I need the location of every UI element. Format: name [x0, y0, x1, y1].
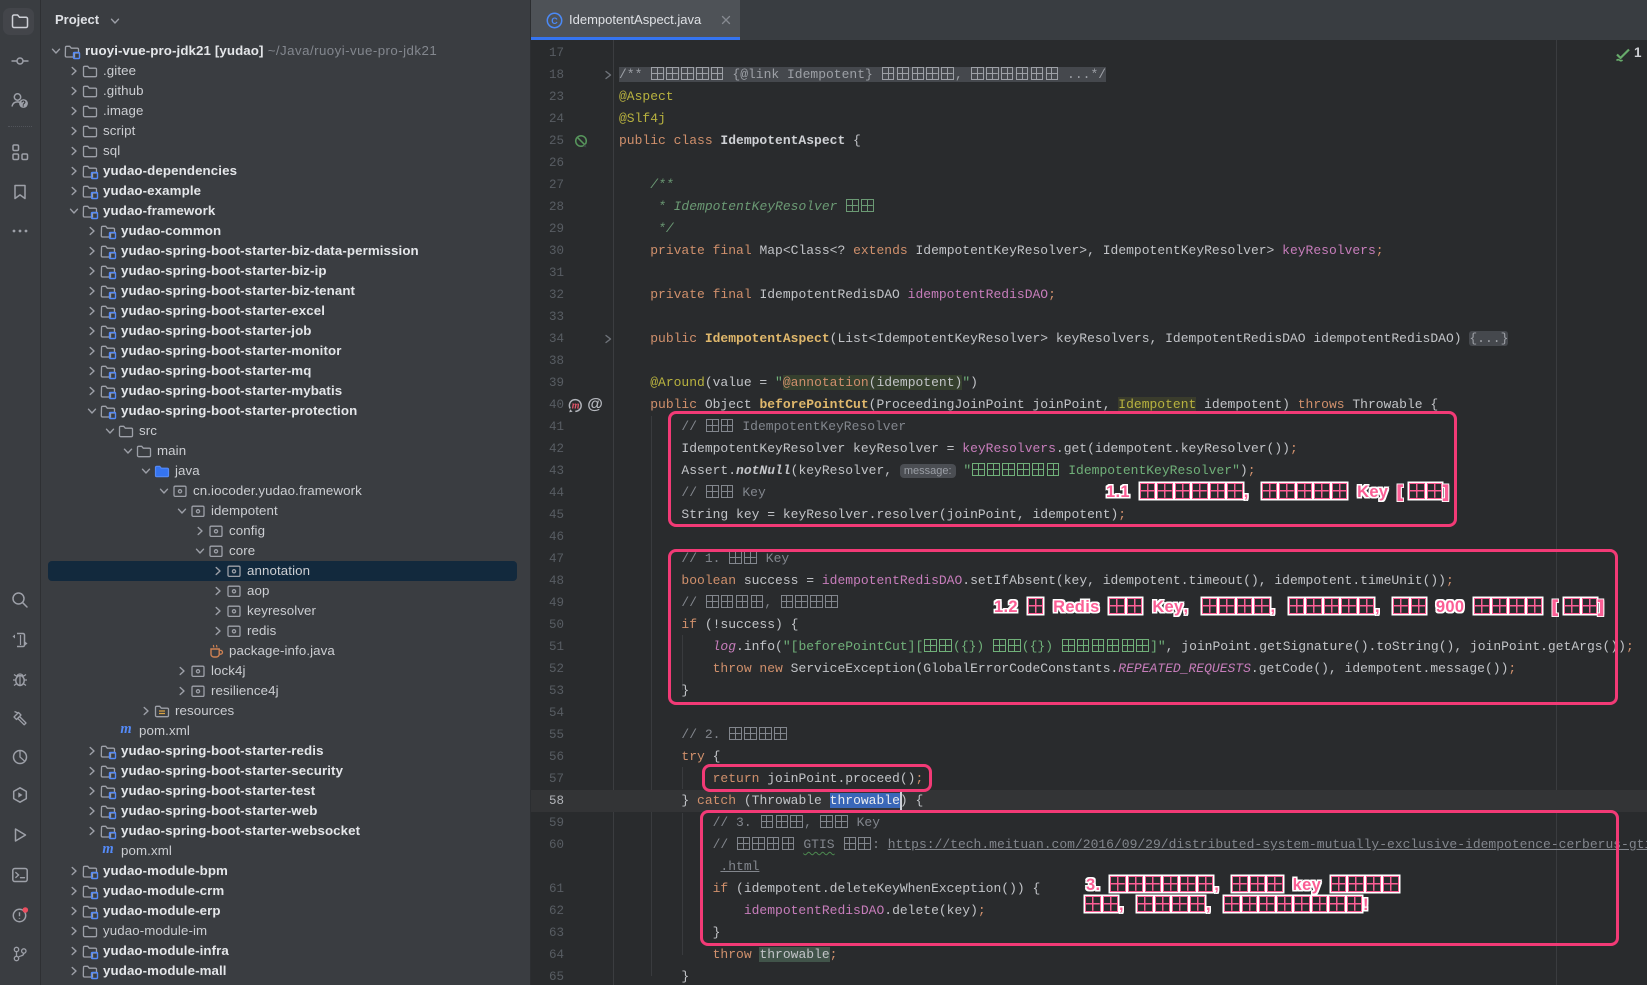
svg-text:m: m — [572, 401, 580, 412]
svg-text:?: ? — [21, 99, 26, 108]
